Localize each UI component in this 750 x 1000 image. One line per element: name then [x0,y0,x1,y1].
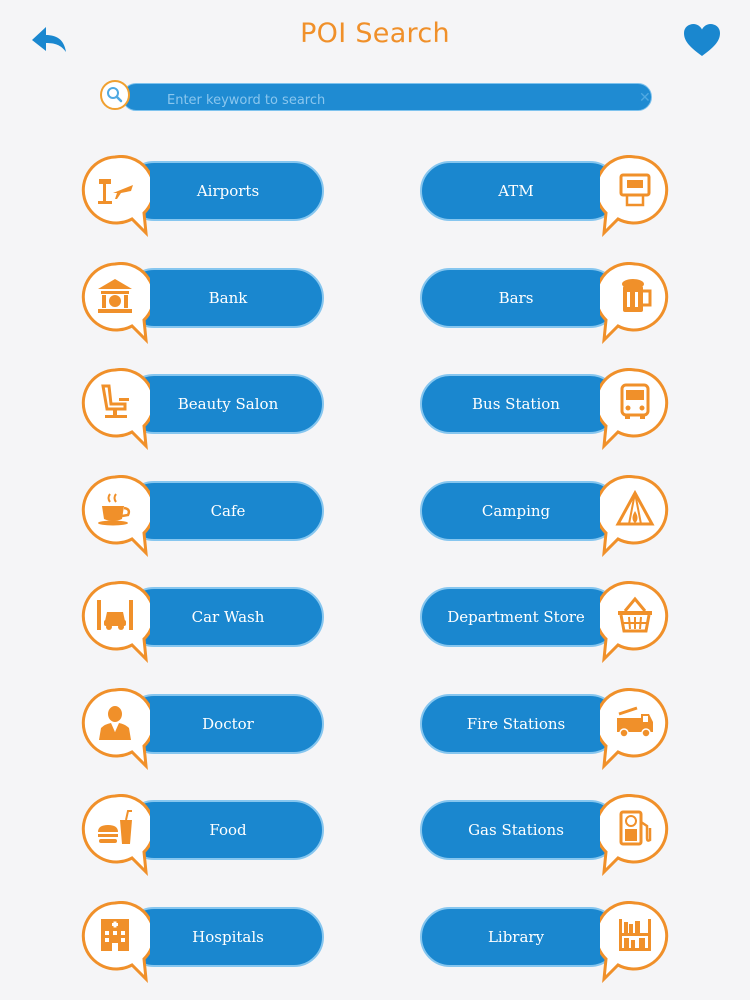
category-badge [600,794,670,876]
category-label: Doctor [202,714,254,733]
category-badge [600,687,670,770]
category-badge [80,368,150,450]
salon-chair-icon [101,384,129,418]
search-bar: ✕ [122,83,652,114]
category-label: Airports [196,182,260,200]
bank-icon [98,278,132,313]
doctor-icon [99,705,131,740]
tent-icon [615,489,655,525]
category-label: Bank [208,288,248,307]
category-badge [600,581,670,663]
favorites-button[interactable] [682,22,722,58]
category-badge [80,794,150,876]
clear-search-icon[interactable]: ✕ [639,90,651,106]
search-input[interactable] [165,86,629,114]
poi-category-food[interactable]: Food [80,794,332,876]
poi-category-gas-stations[interactable]: Gas Stations [416,794,670,876]
search-icon [100,80,130,110]
atm-icon [619,173,651,207]
category-badge [600,155,670,237]
category-label: Gas Stations [468,821,564,839]
poi-category-fire-stations[interactable]: Fire Stations [416,687,670,770]
bus-icon [620,383,650,419]
burger-drink-icon [98,810,132,844]
category-label: Library [487,927,545,946]
category-badge [80,687,150,770]
coffee-cup-icon [98,492,131,525]
category-badge [80,581,150,663]
poi-category-beauty-salon[interactable]: Beauty Salon [80,368,332,450]
category-badge [600,474,670,557]
category-label: Department Store [447,608,585,626]
category-label: ATM [498,182,534,200]
car-wash-icon [97,600,133,630]
top-bar: POI Search [0,0,750,80]
category-badge [80,474,150,557]
hospital-building-icon [101,918,129,951]
bookshelf-icon [619,918,651,951]
category-label: Bus Station [472,395,560,413]
poi-category-car-wash[interactable]: Car Wash [80,581,332,663]
category-badge [600,900,670,983]
poi-category-doctor[interactable]: Doctor [80,687,332,770]
poi-category-hospitals[interactable]: Hospitals [80,900,332,983]
poi-category-bars[interactable]: Bars [416,261,670,344]
poi-category-library[interactable]: Library [416,900,670,983]
poi-category-department-store[interactable]: Department Store [416,581,670,663]
heart-icon [684,24,720,56]
poi-category-camping[interactable]: Camping [416,474,670,557]
poi-category-bus-station[interactable]: Bus Station [416,368,670,450]
poi-category-airports[interactable]: Airports [80,155,332,237]
beer-mug-icon [622,278,652,312]
category-label: Hospitals [192,927,264,946]
category-label: Fire Stations [466,714,566,733]
fire-truck-icon [617,706,653,738]
category-badge [600,261,670,344]
poi-category-atm[interactable]: ATM [416,155,670,237]
category-label: Camping [481,501,551,520]
category-label: Car Wash [191,608,265,626]
poi-category-cafe[interactable]: Cafe [80,474,332,557]
gas-pump-icon [619,810,652,846]
category-badge [600,368,670,450]
poi-category-bank[interactable]: Bank [80,261,332,344]
category-badge [80,900,150,983]
search-box: ✕ [100,80,652,114]
category-label: Beauty Salon [177,395,279,413]
airport-icon [98,179,133,204]
shopping-basket-icon [618,596,652,633]
category-label: Bars [498,288,534,307]
category-label: Food [209,821,247,839]
page-title: POI Search [300,18,450,49]
category-label: Cafe [210,501,246,520]
category-badge [80,261,150,344]
category-badge [80,155,150,237]
